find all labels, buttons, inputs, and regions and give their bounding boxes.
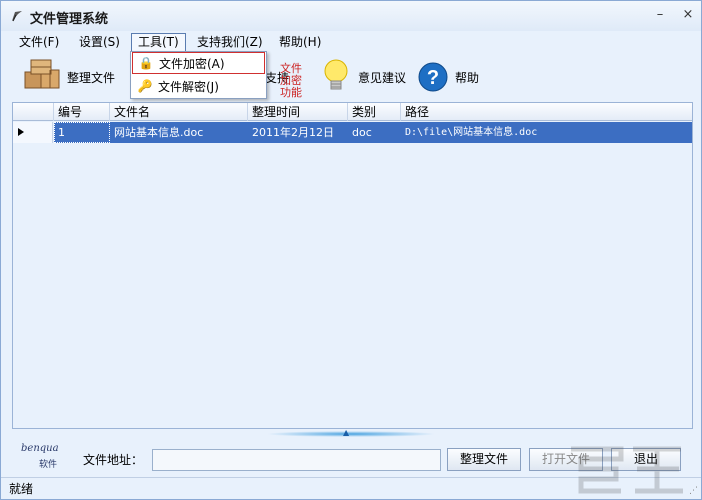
column-header-time[interactable]: 整理时间 [248,103,348,121]
menu-item-decrypt-label: 文件解密(J) [158,79,219,94]
menu-file[interactable]: 文件(F) [13,33,65,52]
menu-bar: 文件(F) 设置(S) 工具(T) 支持我们(Z) 帮助(H) [1,31,701,53]
question-icon: ? [418,62,448,92]
row-pointer-icon [18,128,24,136]
toolbar: 整理文件 支持 意见建议 ? 帮助 [1,53,701,99]
app-icon [12,11,22,22]
address-input[interactable] [152,449,441,471]
menu-item-decrypt[interactable]: 🔑 文件解密(J) [132,75,265,97]
main-window: 文件管理系统 – × 文件(F) 设置(S) 工具(T) 支持我们(Z) 帮助(… [0,0,702,500]
key-icon: 🔑 [137,79,153,93]
menu-support[interactable]: 支持我们(Z) [191,33,269,52]
boxes-icon [24,59,60,89]
organize-toolbar-button[interactable]: 整理文件 [23,57,115,97]
cell-path[interactable]: D:\file\网站基本信息.doc [401,122,537,143]
feedback-toolbar-label: 意见建议 [358,70,407,85]
title-bar: 文件管理系统 – × [1,1,701,31]
help-toolbar-button[interactable]: ? 帮助 [417,57,479,97]
close-button[interactable]: × [681,8,695,22]
window-title: 文件管理系统 [30,12,109,27]
column-header-id[interactable]: 编号 [54,103,110,121]
menu-help[interactable]: 帮助(H) [273,33,327,52]
splitter[interactable] [266,431,436,437]
address-label: 文件地址： [83,453,144,467]
minimize-button[interactable]: – [653,8,667,22]
column-header-path[interactable]: 路径 [401,103,692,121]
menu-item-encrypt-label: 文件加密(A) [159,56,225,71]
cell-name[interactable]: 网站基本信息.doc [110,122,203,143]
menu-settings[interactable]: 设置(S) [73,33,126,52]
collapse-arrow-icon[interactable]: ▲ [343,428,349,437]
help-toolbar-label: 帮助 [455,70,480,85]
svg-text:?: ? [427,67,439,89]
annotation-label: 文件加密功能 [280,62,302,99]
logo-subtext: 软件 [39,460,58,470]
menu-item-encrypt[interactable]: 🔒 文件加密(A) [132,52,265,74]
column-header-name[interactable]: 文件名 [110,103,248,121]
organize-button[interactable]: 整理文件 [447,448,521,471]
table-header: 编号 文件名 整理时间 类别 路径 [13,103,692,121]
logo-text: benqua [21,443,59,454]
file-table[interactable]: 编号 文件名 整理时间 类别 路径 1 网站基本信息.doc 2011年2月12… [12,102,693,429]
feedback-toolbar-button[interactable]: 意见建议 [321,57,406,97]
logo: benqua 软件 [21,443,65,473]
menu-tools[interactable]: 工具(T) [131,33,186,52]
tools-dropdown: 🔒 文件加密(A) 🔑 文件解密(J) [130,51,267,99]
row-indicator[interactable] [13,122,53,143]
table-row[interactable]: 1 网站基本信息.doc 2011年2月12日 doc D:\file\网站基本… [13,122,692,143]
cell-id[interactable]: 1 [54,122,65,143]
column-header-type[interactable]: 类别 [348,103,401,121]
lightbulb-icon [324,59,348,90]
lock-icon: 🔒 [138,56,154,70]
watermark-logo [571,446,683,494]
header-corner [13,103,54,121]
cell-time[interactable]: 2011年2月12日 [248,122,334,143]
cell-type[interactable]: doc [348,122,372,143]
organize-toolbar-label: 整理文件 [67,70,116,85]
status-text: 就绪 [9,482,34,496]
